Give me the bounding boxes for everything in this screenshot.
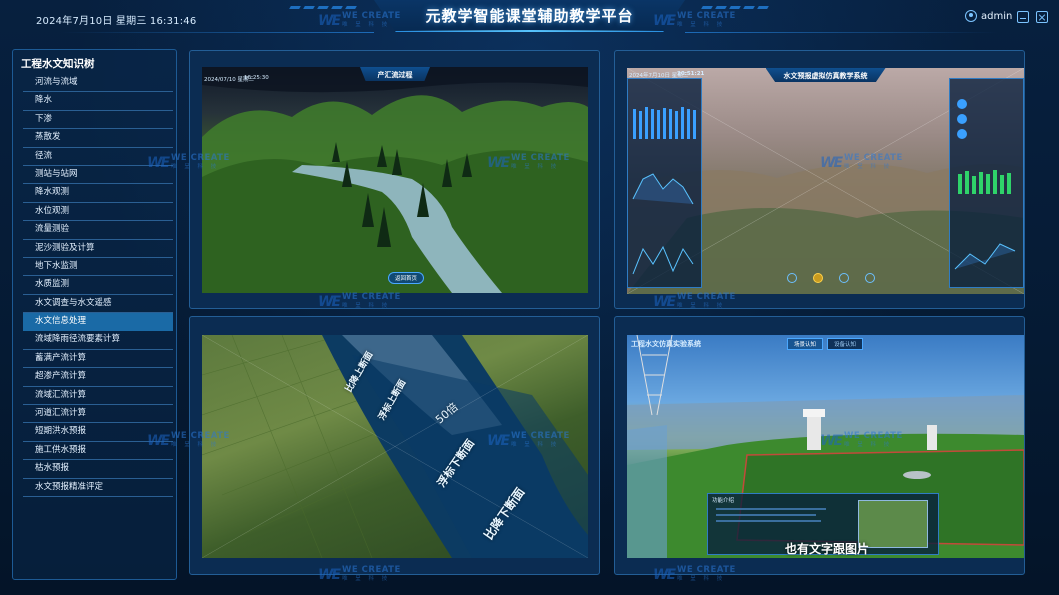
sidebar-item[interactable]: 泥沙测验及计算 <box>23 240 173 258</box>
control-icon-2[interactable] <box>813 273 823 283</box>
user-icon <box>965 10 977 22</box>
title-line-left <box>60 32 374 33</box>
sidebar-item[interactable]: 水文信息处理 <box>23 313 173 332</box>
user-menu[interactable]: admin <box>965 10 1012 22</box>
sidebar-item[interactable]: 水文调查与水文遥感 <box>23 295 173 314</box>
sidebar-item[interactable]: 水文预报精准评定 <box>23 479 173 497</box>
watermark-bottom-right: WE WE CREATE 唯 呈 科 技 <box>653 565 736 584</box>
page-title: 元教学智能课堂辅助教学平台 <box>425 7 634 25</box>
p4-caption: 也有文字跟图片 <box>785 542 870 556</box>
sidebar-item[interactable]: 降水 <box>23 92 173 111</box>
watermark-bottom: WE WE CREATE 唯 呈 科 技 <box>318 565 401 584</box>
sidebar-item[interactable]: 降水观测 <box>23 184 173 203</box>
sidebar-item[interactable]: 下渗 <box>23 111 173 130</box>
watermark-top-right: WE WE CREATE 唯 呈 科 技 <box>653 11 736 30</box>
watermark-lower-left: WE WE CREATE 唯 呈 科 技 <box>147 431 230 450</box>
username: admin <box>981 10 1013 22</box>
sidebar-item[interactable]: 水质监测 <box>23 276 173 295</box>
p2-control-icons <box>787 273 875 283</box>
watermark-center: WE WE CREATE 唯 呈 科 技 <box>487 153 570 172</box>
sidebar-item[interactable]: 蓄满产流计算 <box>23 350 173 369</box>
knowledge-tree-sidebar: 工程水文知识树 河流与流域 降水 下渗 蒸散发 径流 测站与站网 降水观测 水位观测 流量测验泥… <box>12 49 177 580</box>
datetime-display: 2024年7月10日 星期三 16:31:46 <box>36 16 197 27</box>
minimize-button[interactable] <box>1017 11 1029 23</box>
app-root: 2024年7月10日 星期三 16:31:46 元教学智能课堂辅助教学平台 ad… <box>0 0 1059 595</box>
sidebar-item[interactable]: 流域汇流计算 <box>23 387 173 406</box>
watermark-lower-center: WE WE CREATE 唯 呈 科 技 <box>487 431 570 450</box>
sidebar-item[interactable]: 地下水监测 <box>23 258 173 277</box>
close-button[interactable] <box>1036 11 1048 23</box>
runoff-scene-svg <box>202 67 588 293</box>
control-icon-1[interactable] <box>787 273 797 283</box>
control-icon-3[interactable] <box>839 273 849 283</box>
top-bar: 2024年7月10日 星期三 16:31:46 元教学智能课堂辅助教学平台 ad… <box>0 0 1059 40</box>
p2-time: 20:51:21 <box>677 71 705 77</box>
p1-time: 16:25:30 <box>244 75 269 81</box>
tab-equipment[interactable]: 设备认知 <box>827 338 864 350</box>
watermark-top: WE WE CREATE 唯 呈 科 技 <box>318 11 401 30</box>
panel-forecast-simulation[interactable]: 水文预报虚拟仿真教学系统 2024年7月10日 星期三 20:51:21 <box>614 50 1025 309</box>
watermark-mid: WE WE CREATE 唯 呈 科 技 <box>318 292 401 311</box>
popup-text-line <box>716 520 821 522</box>
popup-text-line <box>716 514 816 516</box>
sidebar-item[interactable]: 蒸散发 <box>23 129 173 148</box>
title-deco-right <box>701 6 769 10</box>
title-line-right <box>685 32 999 33</box>
p4-tabs: 场景认知 设备认知 <box>787 338 864 350</box>
popup-title: 功能介绍 <box>712 498 735 504</box>
panel-runoff-process[interactable]: 产汇流过程 2024/07/10 星期三 16:25:30 返回首页 <box>189 50 600 309</box>
left-dashboard-charts <box>632 107 696 275</box>
runoff-scene-image[interactable]: 产汇流过程 2024/07/10 星期三 16:25:30 返回首页 <box>202 67 588 293</box>
sidebar-item[interactable]: 流域降雨径流要素计算 <box>23 331 173 350</box>
watermark-mid-right: WE WE CREATE 唯 呈 科 技 <box>653 292 736 311</box>
sidebar-item[interactable]: 河道汇流计算 <box>23 405 173 424</box>
right-dashboard-charts <box>954 99 1016 270</box>
left-dashboard-panel <box>627 78 702 288</box>
p1-home-button[interactable]: 返回首页 <box>388 272 425 284</box>
watermark-lower-right: WE WE CREATE 唯 呈 科 技 <box>820 431 903 450</box>
title-deco-left <box>289 6 357 10</box>
sidebar-title: 工程水文知识树 <box>21 58 95 70</box>
tab-scene[interactable]: 场景认知 <box>787 338 824 350</box>
sidebar-item[interactable]: 超渗产流计算 <box>23 368 173 387</box>
watermark-right: WE WE CREATE 唯 呈 科 技 <box>820 153 903 172</box>
sidebar-item[interactable]: 枯水预报 <box>23 460 173 479</box>
sidebar-item[interactable]: 河流与流域 <box>23 74 173 93</box>
p4-title: 工程水文仿真实验系统 <box>631 340 701 348</box>
popup-text-line <box>716 508 826 510</box>
forecast-scene-image[interactable]: 水文预报虚拟仿真教学系统 2024年7月10日 星期三 20:51:21 <box>627 68 1024 294</box>
right-dashboard-panel <box>949 78 1024 288</box>
control-icon-4[interactable] <box>865 273 875 283</box>
sidebar-item[interactable]: 水位观测 <box>23 203 173 222</box>
title-glow <box>400 30 660 32</box>
watermark-left: WE WE CREATE 唯 呈 科 技 <box>147 153 230 172</box>
sidebar-item[interactable]: 流量测验 <box>23 221 173 240</box>
